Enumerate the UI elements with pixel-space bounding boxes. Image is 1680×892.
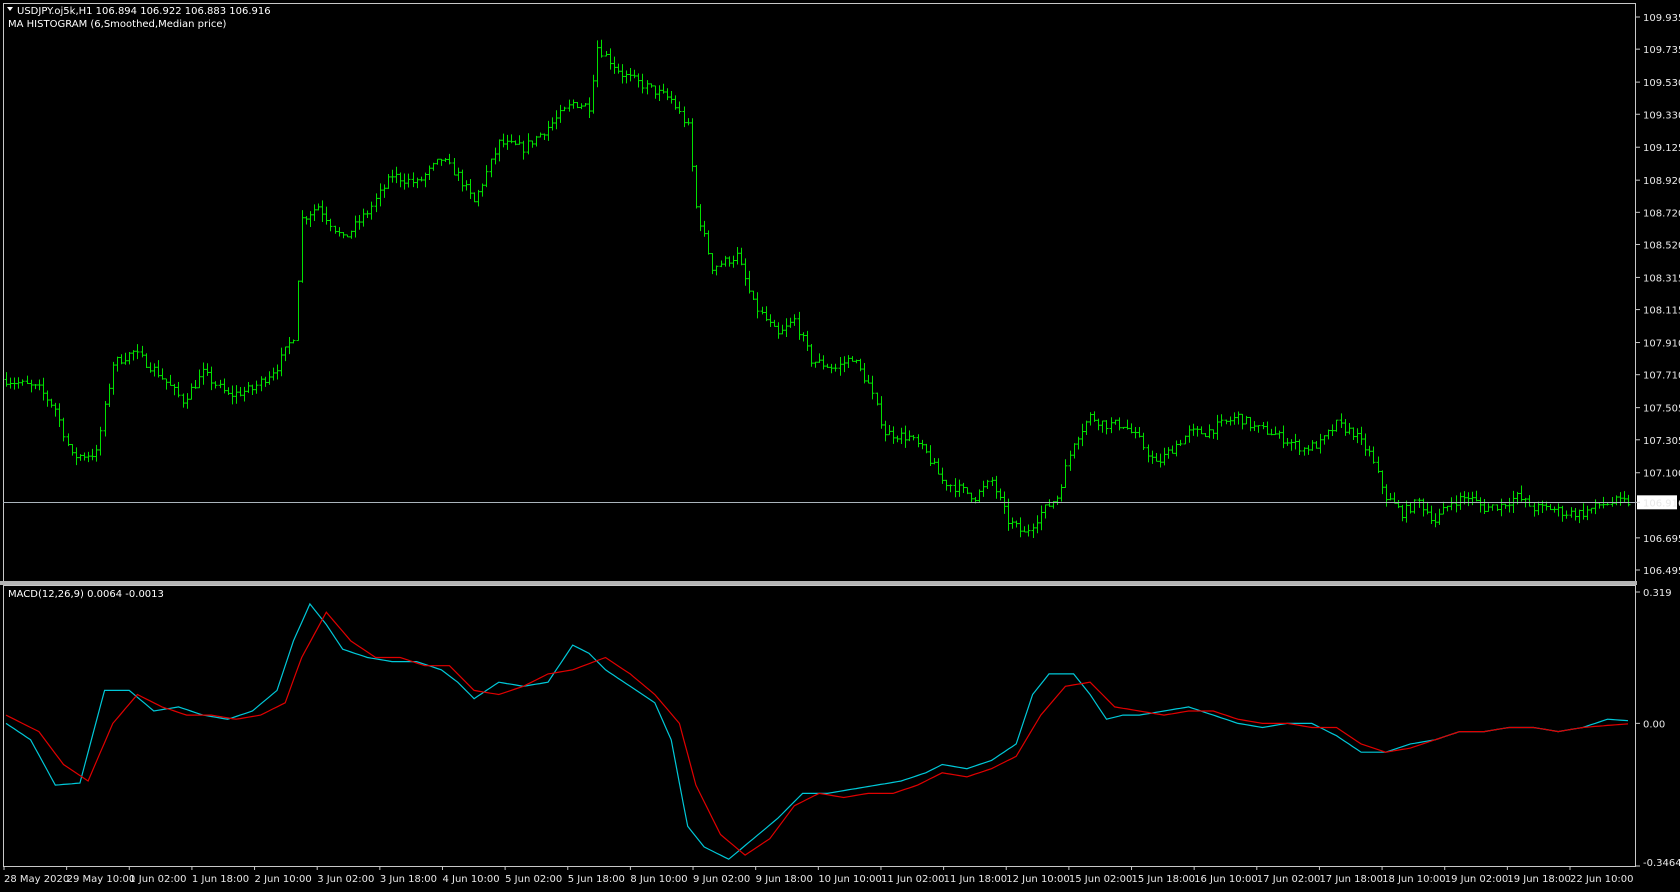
time-tick-label: 12 Jun 10:00: [1006, 874, 1070, 885]
time-tick-label: 9 Jun 18:00: [756, 874, 813, 885]
time-tick-label: 22 Jun 10:00: [1570, 874, 1634, 885]
time-tick-label: 10 Jun 10:00: [818, 874, 882, 885]
time-tick-label: 1 Jun 18:00: [192, 874, 249, 885]
price-tick-label: 108.720: [1643, 208, 1680, 219]
time-tick-label: 8 Jun 10:00: [630, 874, 687, 885]
price-tick-label: 106.916: [1643, 498, 1680, 509]
price-tick-label: 108.315: [1643, 273, 1680, 284]
time-tick-label: 11 Jun 02:00: [881, 874, 945, 885]
time-tick-label: 16 Jun 10:00: [1194, 874, 1258, 885]
time-tick-label: 4 Jun 10:00: [442, 874, 499, 885]
macd-tick-label: 0.319: [1643, 588, 1672, 599]
time-tick-label: 3 Jun 02:00: [317, 874, 374, 885]
time-tick-label: 5 Jun 02:00: [505, 874, 562, 885]
time-tick-label: 1 Jun 02:00: [129, 874, 186, 885]
price-tick-label: 107.100: [1643, 469, 1680, 480]
time-tick-label: 3 Jun 18:00: [380, 874, 437, 885]
time-tick-label: 17 Jun 18:00: [1319, 874, 1383, 885]
time-tick-label: 15 Jun 18:00: [1132, 874, 1196, 885]
price-tick-label: 107.710: [1643, 371, 1680, 382]
time-tick-label: 5 Jun 18:00: [568, 874, 625, 885]
time-tick-label: 19 Jun 02:00: [1445, 874, 1509, 885]
chart-canvas: 109.935 109.735 109.530 109.330 109.125 108.9…: [0, 0, 1680, 892]
macd-tick-label: 0.00: [1643, 719, 1665, 730]
price-tick-label: 108.520: [1643, 240, 1680, 251]
pane-separator[interactable]: [0, 581, 1637, 585]
symbol-line: USDJPY.oj5k,H1 106.894 106.922 106.883 1…: [17, 6, 271, 17]
time-tick-label: 11 Jun 18:00: [944, 874, 1008, 885]
price-tick-label: 109.735: [1643, 45, 1680, 56]
time-tick-label: 29 May 10:00: [67, 874, 136, 885]
price-tick-label: 106.695: [1643, 534, 1680, 545]
price-tick-label: 108.115: [1643, 306, 1680, 317]
time-tick-label: 19 Jun 18:00: [1507, 874, 1571, 885]
time-tick-label: 9 Jun 02:00: [693, 874, 750, 885]
symbol-header[interactable]: USDJPY.oj5k,H1 106.894 106.922 106.883 1…: [7, 6, 271, 17]
indicator-line: MA HISTOGRAM (6,Smoothed,Median price): [8, 19, 227, 30]
time-tick-label: 28 May 2020: [4, 874, 69, 885]
price-tick-label: 107.505: [1643, 404, 1680, 415]
price-tick-label: 109.330: [1643, 110, 1680, 121]
time-tick-label: 18 Jun 10:00: [1382, 874, 1446, 885]
price-tick-label: 107.305: [1643, 436, 1680, 447]
time-tick-label: 15 Jun 02:00: [1069, 874, 1133, 885]
price-tick-label: 109.935: [1643, 13, 1680, 24]
price-tick-label: 109.530: [1643, 78, 1680, 89]
macd-title: MACD(12,26,9) 0.0064 -0.0013: [8, 589, 164, 600]
price-tick-label: 106.495: [1643, 566, 1680, 577]
price-tick-label: 108.920: [1643, 176, 1680, 187]
chart-background: [0, 0, 1680, 892]
macd-tick-label: -0.3464: [1643, 858, 1680, 869]
price-tick-label: 107.910: [1643, 339, 1680, 350]
time-tick-label: 17 Jun 02:00: [1257, 874, 1321, 885]
price-tick-label: 109.125: [1643, 143, 1680, 154]
time-tick-label: 2 Jun 10:00: [255, 874, 312, 885]
